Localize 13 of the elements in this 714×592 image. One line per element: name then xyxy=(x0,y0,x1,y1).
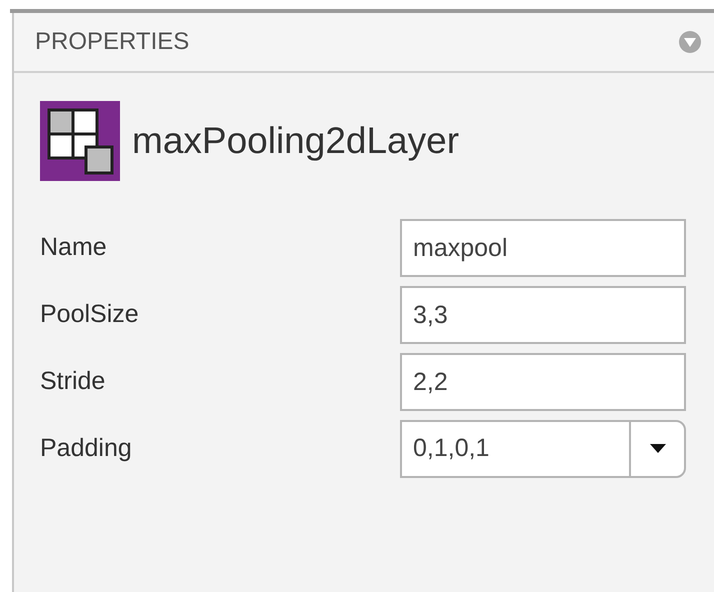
property-field[interactable]: 3,3 xyxy=(400,286,686,344)
property-label: Padding xyxy=(40,433,132,464)
panel-title: PROPERTIES xyxy=(35,27,190,57)
layer-name: maxPooling2dLayer xyxy=(132,119,460,164)
property-field[interactable]: 2,2 xyxy=(400,353,686,411)
collapse-icon[interactable] xyxy=(678,30,702,54)
padding-dropdown[interactable]: 0,1,0,1 xyxy=(400,420,686,478)
property-label: PoolSize xyxy=(40,299,139,330)
caret-icon xyxy=(650,444,666,454)
layer-icon xyxy=(40,101,120,181)
property-field[interactable]: maxpool xyxy=(400,219,686,277)
property-label: Name xyxy=(40,232,107,264)
property-label: Stride xyxy=(40,366,106,398)
